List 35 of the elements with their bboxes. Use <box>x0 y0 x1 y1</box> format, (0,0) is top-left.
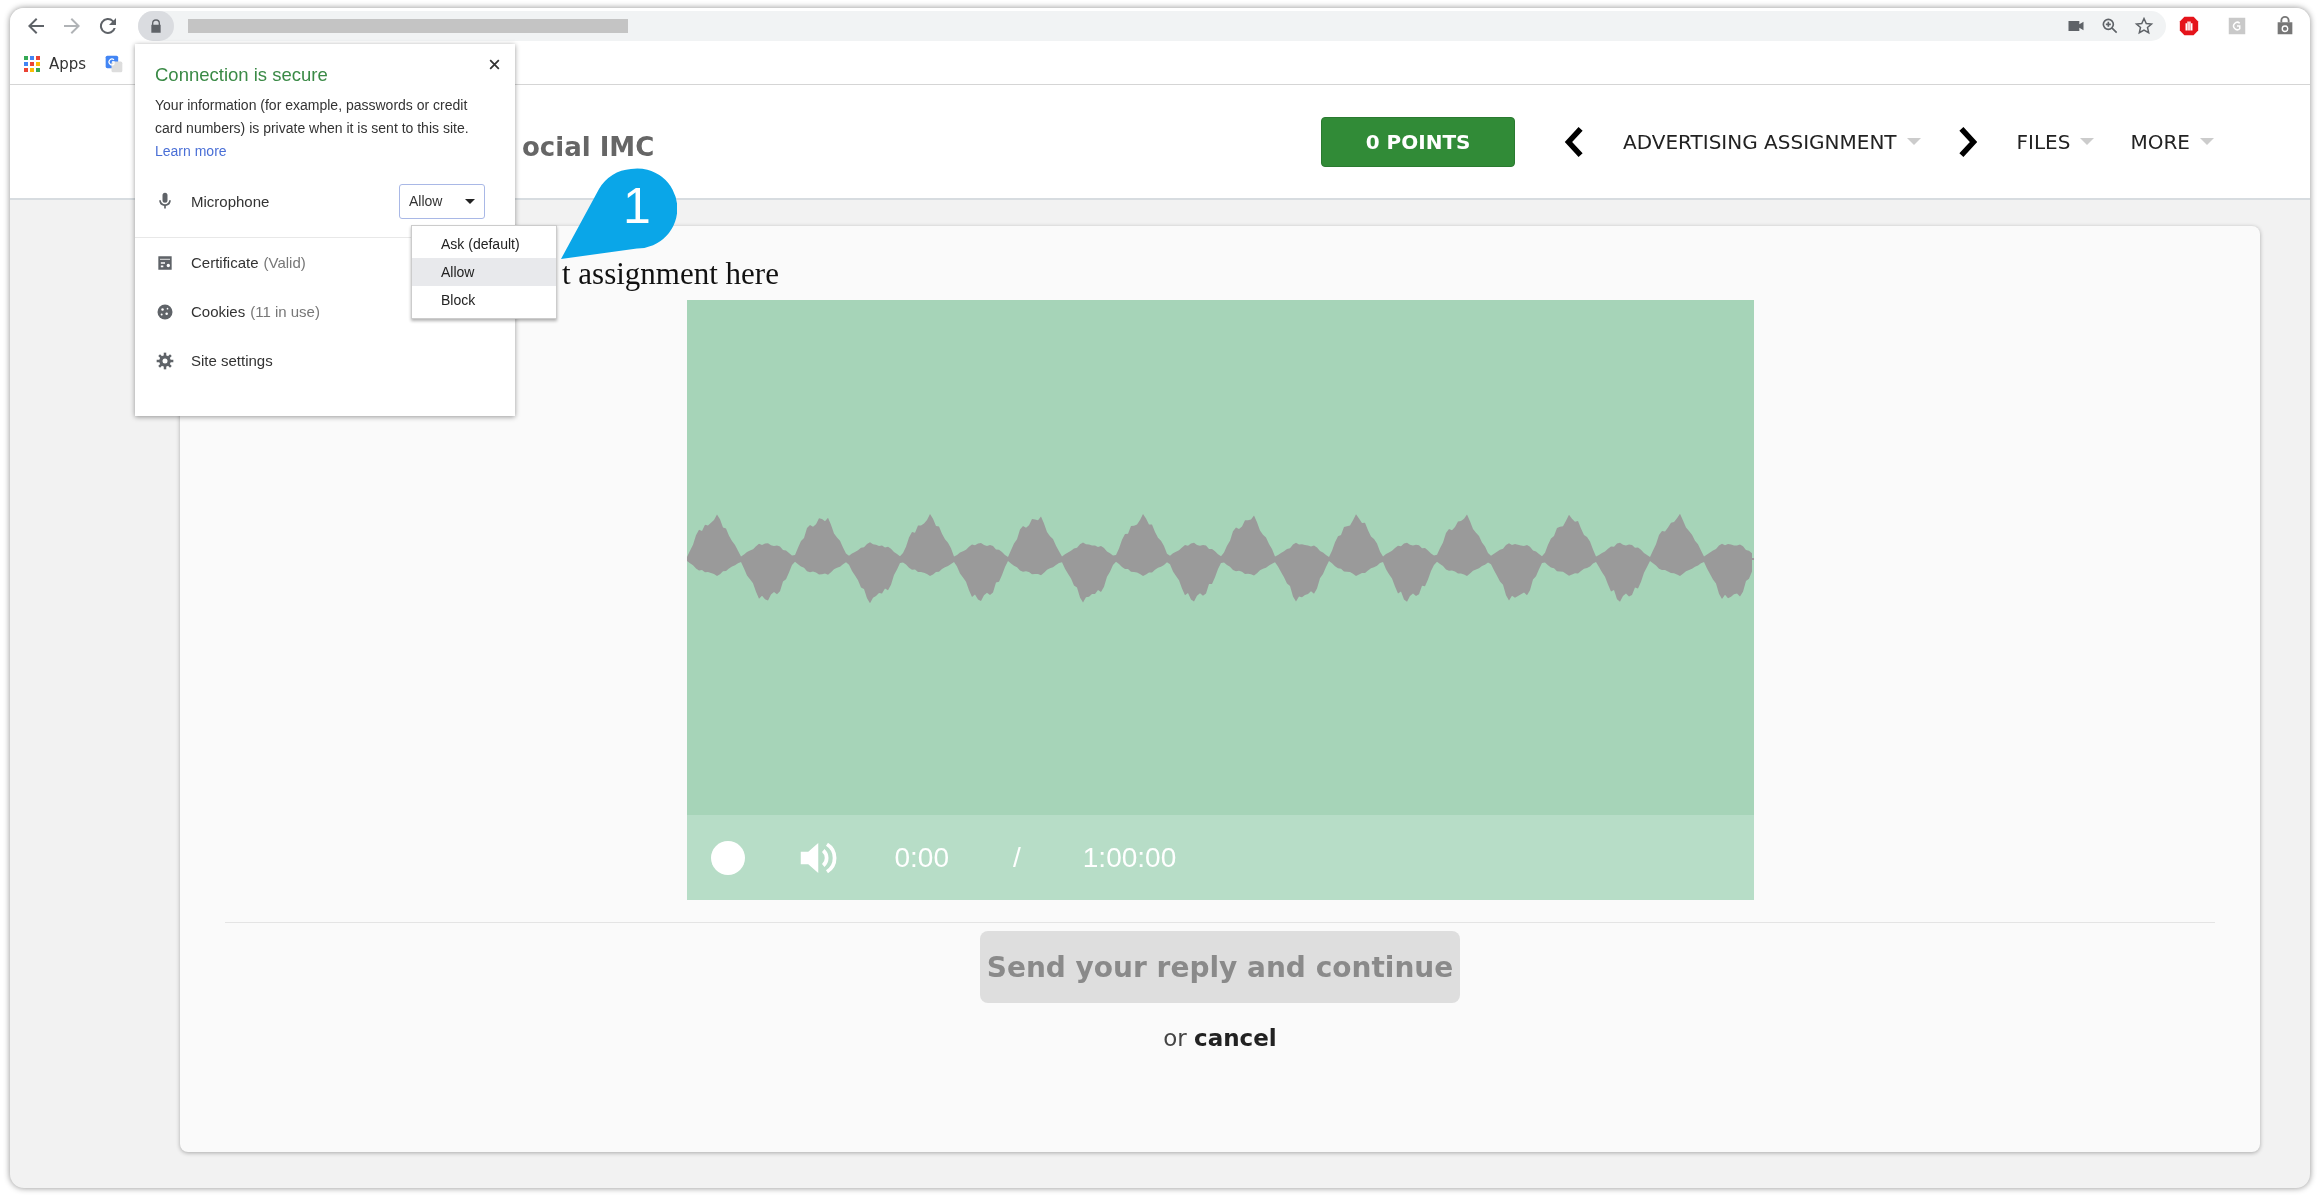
caret-icon <box>2200 138 2214 145</box>
lock-icon[interactable] <box>138 11 174 41</box>
bookmark[interactable]: Apps <box>24 55 87 73</box>
learn-more-link[interactable]: Learn more <box>155 140 227 163</box>
translate-icon[interactable] <box>104 54 125 74</box>
site-info-item[interactable]: Certificate (Valid) <box>155 238 306 287</box>
nav-menu[interactable]: FILES <box>2016 129 2095 154</box>
permission-option[interactable]: Ask (default) <box>412 230 556 258</box>
caret-icon <box>465 198 475 204</box>
stop-hand-icon[interactable] <box>2178 15 2200 37</box>
permission-dropdown[interactable]: Allow <box>399 183 485 219</box>
permission-option[interactable]: Allow <box>412 258 556 286</box>
or-text: or <box>1163 1025 1187 1051</box>
points-button[interactable]: 0 POINTS <box>1321 116 1516 167</box>
permission-option[interactable]: Block <box>412 286 556 314</box>
permission-label: Microphone <box>191 192 270 210</box>
apps-grid-icon <box>24 56 40 72</box>
cancel-link[interactable]: cancel <box>1194 1025 1277 1051</box>
course-title: ocial IMC <box>522 131 655 162</box>
connection-status: Connection is secure <box>155 64 329 86</box>
site-info-item[interactable]: Cookies (11 in use) <box>155 287 320 336</box>
nav-menu[interactable]: MORE <box>2130 129 2214 154</box>
privacy-text: Your information (for example, passwords or credit card numbers) is private when it is sent to this site. <box>155 96 470 138</box>
star-icon[interactable] <box>2134 16 2154 36</box>
time-separator: / <box>1013 841 1021 874</box>
settings-icon <box>155 350 175 371</box>
caret-icon <box>1906 138 1921 145</box>
site-info-item[interactable]: Site settings <box>155 336 273 385</box>
current-time: 0:00 <box>894 841 949 874</box>
total-time: 1:00:00 <box>1082 841 1177 874</box>
assignment-heading: t assignment here <box>562 256 779 292</box>
assignment-menu[interactable]: ADVERTISING ASSIGNMENT <box>1623 129 1921 154</box>
zoom-icon[interactable] <box>2100 16 2120 36</box>
close-icon[interactable] <box>488 58 501 71</box>
caret-icon <box>2080 138 2095 145</box>
